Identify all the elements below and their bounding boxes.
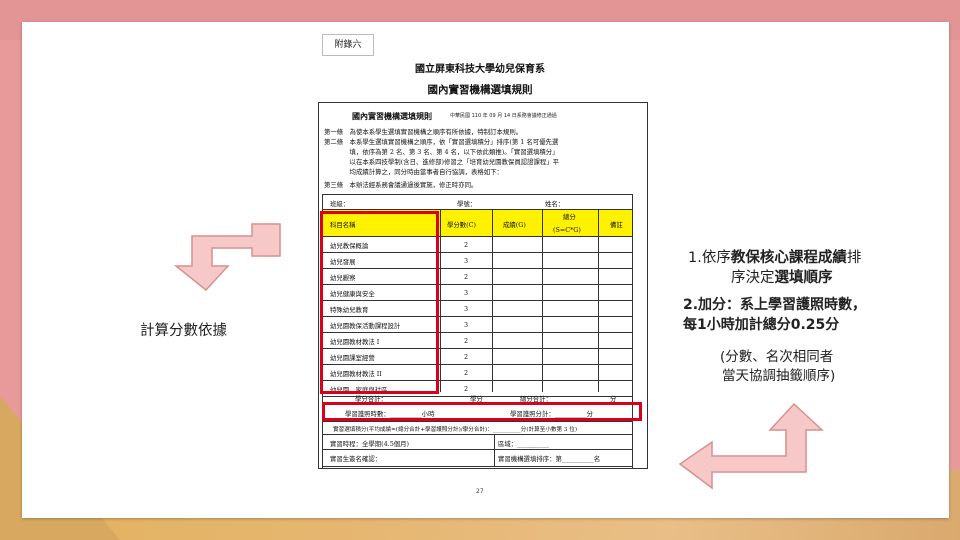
rule-heading: 國內實習機構選填規則 [352, 111, 432, 121]
region: 區域：__________ [498, 440, 550, 448]
score-formula: 實習選填積分(平均成績=(總分合計+學習護照分計)/學分合計)：________… [333, 427, 578, 433]
article-line: 第三條 本辦法經系務會議通過後實施，修正時亦同。 [324, 181, 478, 189]
table-row-line [322, 421, 633, 422]
annotation-rule-2-line2: 每1小時加計總分0.25分 [683, 317, 840, 333]
doc-title-rule: 國內實習機構選填規則 [427, 84, 533, 96]
appendix-tag: 附錄六 [322, 34, 374, 56]
bent-arrow-left-icon [173, 223, 281, 292]
course-credits: 2 [464, 369, 469, 377]
header-total-2: (S=C*G) [553, 226, 581, 234]
table-row-line [322, 194, 633, 195]
table-row-line [322, 449, 633, 450]
table-col-line [494, 434, 495, 466]
table-row-line [322, 434, 633, 435]
license-row-highlight [322, 402, 642, 421]
table-col-line [542, 209, 543, 392]
article-line: 以在本系四技學制(含日、進修部)修習之「培育幼兒園教保員認證課程」平 [324, 158, 560, 166]
table-row-line [322, 466, 633, 467]
course-credits: 3 [464, 289, 469, 297]
header-credits: 學分數(C) [447, 221, 477, 229]
header-total-1: 總分 [563, 213, 576, 221]
doc-title-school: 國立屏東科技大學幼兒保育系 [415, 64, 545, 75]
table-col-line [598, 209, 599, 392]
article-line: 填，依序為第 2 名、第 3 名、第 4 名，以下依此類推)。「實習選填積分」 [324, 148, 559, 156]
bent-arrow-right-icon [678, 402, 824, 490]
course-credits: 2 [464, 241, 469, 249]
rule-date: 中華民國 110 年 09 月 14 日系務會議修正通過 [450, 113, 557, 119]
course-credits: 2 [464, 385, 469, 393]
course-credits: 2 [464, 337, 469, 345]
header-grade: 成績(G) [503, 221, 526, 229]
annotation-rule-3: (分數、名次相同者 [720, 349, 834, 365]
course-credits: 2 [464, 273, 469, 281]
name-label: 姓名： [545, 200, 565, 208]
student-id-label: 學號： [457, 200, 477, 208]
signature: 實習生簽名確認： [330, 455, 382, 463]
table-row-line [322, 209, 633, 210]
page-number: 27 [476, 488, 484, 495]
class-label: 班級： [330, 200, 350, 208]
table-col-line [440, 209, 441, 392]
annotation-score-basis: 計算分數依據 [140, 323, 227, 339]
course-credits: 2 [464, 353, 469, 361]
table-col-line [492, 209, 493, 392]
article-line: 第二條 本系學生選填實習機構之順序，依「實習選填積分」排序(第 1 名可優先選 [324, 138, 559, 146]
header-remark: 備註 [610, 221, 623, 229]
course-credits: 3 [464, 321, 469, 329]
annotation-rule-2: 2.加分：系上學習護照時數， [683, 297, 867, 313]
annotation-rule-1: 1.依序教保核心課程成績排 [688, 250, 862, 266]
course-credits: 3 [464, 305, 469, 313]
article-line: 第一條 為使本系學生選填實習機構之順序有所依據，特制訂本規則。 [324, 128, 523, 136]
rank: 實習機構選填排序：第__________名 [498, 455, 601, 463]
course-column-highlight [320, 211, 439, 394]
period: 實習時程：全學期(4.5個月) [330, 440, 410, 448]
annotation-rule-3-line2: 當天協調抽籤順序) [722, 368, 836, 384]
article-line: 均成績計算之，同分時由當事者自行協調，表格如下： [324, 168, 503, 176]
annotation-rule-1-line2: 序決定選填順序 [731, 270, 833, 286]
course-credits: 3 [464, 257, 469, 265]
